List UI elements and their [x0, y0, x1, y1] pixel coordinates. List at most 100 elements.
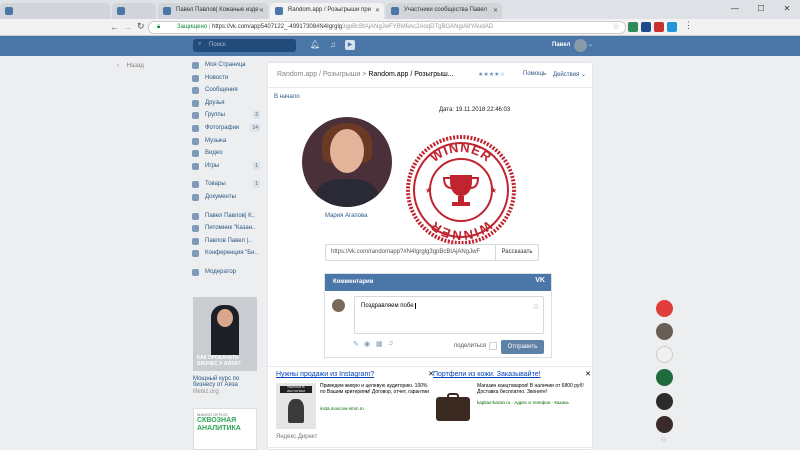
user-name[interactable]: Павел — [552, 42, 570, 48]
browser-tab-2[interactable]: Random.app / Розыгрыши при ✕ — [270, 3, 384, 19]
rating-stars: ★★★★☆ — [478, 72, 505, 78]
close-tab-icon[interactable]: ✕ — [259, 7, 264, 14]
nav-item[interactable]: Новости — [192, 74, 262, 88]
nav-item[interactable]: Документы — [192, 193, 262, 207]
star-icon: ★ — [490, 186, 497, 195]
close-tab-icon[interactable]: ✕ — [493, 7, 498, 14]
actions-menu[interactable]: Действия ⌄ — [553, 71, 586, 78]
audio-icon[interactable]: ♫ — [388, 340, 393, 347]
emoji-icon[interactable]: ☺ — [532, 302, 540, 311]
winner-name[interactable]: Мария Агапова — [325, 213, 367, 219]
share-label: поделиться — [454, 343, 487, 349]
close-icon[interactable]: ✕ — [585, 370, 591, 378]
close-window-icon[interactable]: ✕ — [774, 0, 800, 19]
minimize-icon[interactable]: — — [722, 0, 748, 19]
ad-image[interactable] — [433, 383, 473, 429]
winner-photo[interactable] — [302, 117, 392, 207]
url-text: https://vk.com/app5407122_-49917308#N4Ig… — [212, 24, 343, 30]
ad-domain[interactable]: kapitao-kazan.ru · Адрес и телефон · Каз… — [477, 400, 569, 405]
help-link[interactable]: Помощь — [523, 71, 546, 77]
vk-favicon-icon — [117, 7, 125, 15]
ad-title[interactable]: Нужны продажи из Instagram? — [276, 371, 434, 378]
breadcrumb: Random.app / Розыгрыши > Random.app / Ро… — [277, 71, 454, 78]
nav-icon — [192, 124, 199, 132]
browser-tab-bar: Павел Павлов| Кожаные изде ✕ Random.app … — [0, 0, 800, 19]
bookmark-star-icon[interactable]: ☆ — [612, 21, 620, 32]
ad-image-text: КАК ПРОКАЧАТЬ БИЗНЕС У АЯЗА? — [197, 355, 241, 367]
ad-image-label: РЕКЛАМА В ИНСТАГРАМ — [280, 385, 312, 393]
browser-tab-1[interactable]: Павел Павлов| Кожаные изде ✕ — [158, 3, 268, 19]
tell-button[interactable]: Рассказать — [495, 244, 539, 261]
vk-logo-icon: VK — [535, 277, 545, 284]
comment-input[interactable]: Поздравляем побе ☺ — [354, 296, 544, 334]
to-start-link[interactable]: В начало — [274, 94, 300, 100]
left-ad2[interactable]: MANGO OFFICE СКВОЗНАЯ АНАЛИТИКА — [193, 408, 257, 450]
reload-icon[interactable]: ↻ — [137, 21, 145, 32]
nav-item[interactable]: Моя Страница — [192, 62, 262, 75]
nav-item[interactable]: Товары 1 — [192, 180, 262, 194]
people-icon[interactable]: ⚇ — [661, 437, 666, 444]
left-ad-image[interactable]: КАК ПРОКАЧАТЬ БИЗНЕС У АЯЗА? — [193, 297, 257, 371]
close-tab-icon[interactable]: ✕ — [375, 7, 380, 14]
left-ad-source: lifebiz.org — [193, 389, 219, 395]
vk-favicon-icon — [275, 7, 283, 15]
nav-item-moderator[interactable]: Модератор — [192, 268, 262, 282]
nav-item[interactable]: Игры 1 — [192, 161, 262, 176]
browser-menu-icon[interactable]: ⋮ — [684, 20, 693, 31]
ad-image[interactable]: РЕКЛАМА В ИНСТАГРАМ — [276, 383, 316, 429]
ad-card[interactable]: Портфели из кожи. Заказывайте! ✕ Магазин… — [433, 370, 591, 429]
nav-item[interactable]: Видео — [192, 150, 262, 163]
nav-item[interactable]: Музыка — [192, 137, 262, 151]
url-input[interactable]: 🔒︎ Защищено | https://vk.com/app5407122_… — [148, 21, 626, 34]
graffiti-icon[interactable]: ✎ — [353, 340, 359, 348]
extension-icon[interactable] — [654, 22, 664, 32]
browser-tab-pinned[interactable] — [112, 3, 156, 19]
left-ad-title[interactable]: Мощный курс по бизнесу от Аяза — [193, 376, 263, 388]
back-link[interactable]: ‹ Назад — [117, 63, 144, 69]
send-button[interactable]: Отправить — [501, 340, 544, 354]
nav-item[interactable]: Павел Павлов| К.. — [192, 212, 262, 226]
search-input[interactable]: ⌕ Поиск — [193, 39, 296, 52]
avatar[interactable] — [656, 346, 673, 363]
nav-item[interactable]: Сообщения — [192, 87, 262, 100]
chevron-down-icon[interactable]: ⌄ — [588, 41, 593, 48]
comment-text: Поздравляем побе — [361, 303, 414, 309]
ad-domain[interactable]: insta.moscow-smm.ru — [320, 406, 364, 411]
extension-icon[interactable] — [628, 22, 638, 32]
avatar[interactable] — [574, 39, 587, 52]
nav-icon — [192, 99, 199, 107]
ad-title[interactable]: Портфели из кожи. Заказывайте! — [433, 371, 591, 378]
forward-arrow-icon[interactable]: → — [123, 22, 132, 32]
video-icon[interactable]: ▦ — [376, 340, 383, 348]
avatar[interactable] — [656, 323, 673, 340]
avatar[interactable] — [656, 393, 673, 410]
moderator-icon — [192, 268, 199, 276]
bell-icon[interactable]: 🔔︎ — [310, 40, 320, 49]
avatar[interactable] — [656, 300, 673, 317]
play-icon[interactable]: ▶ — [345, 40, 355, 50]
camera-icon[interactable]: ◉ — [364, 340, 370, 348]
nav-icon — [192, 137, 199, 145]
avatar[interactable] — [656, 369, 673, 386]
browser-tab-first[interactable] — [0, 3, 110, 19]
browser-tab-3[interactable]: Участники сообщества Павел ✕ — [386, 3, 502, 19]
comments-widget: Комментарии VK Поздравляем побе ☺ ✎ ◉ ▦ … — [324, 273, 552, 358]
window-controls: — ☐ ✕ — [722, 0, 800, 19]
extension-icon[interactable] — [641, 22, 651, 32]
ad-card[interactable]: Нужны продажи из Instagram? ✕ РЕКЛАМА В … — [276, 371, 434, 429]
breadcrumb-root[interactable]: Random.app / Розыгрыши — [277, 71, 360, 78]
extension-icon[interactable] — [667, 22, 677, 32]
draw-date: Дата: 19.11.2018 22:46:03 — [439, 107, 511, 113]
result-link-field[interactable]: https://vk.com/randomapp?#N4Igrglg3gpBcB… — [325, 244, 502, 261]
music-note-icon[interactable]: ♫ — [330, 40, 336, 49]
nav-item[interactable]: Питомник "Казан.. — [192, 225, 262, 238]
nav-item[interactable]: Друзья — [192, 99, 262, 113]
back-arrow-icon[interactable]: ← — [110, 22, 119, 32]
maximize-icon[interactable]: ☐ — [748, 0, 774, 19]
avatar[interactable] — [656, 416, 673, 433]
nav-item[interactable]: Фотографии 14 — [192, 123, 262, 138]
nav-item[interactable]: Конференция "Би.. — [192, 250, 262, 263]
share-checkbox[interactable] — [489, 342, 497, 350]
yandex-direct-label[interactable]: Яндекс.Директ — [276, 434, 317, 440]
nav-item[interactable]: Павлов Павел |.. — [192, 237, 262, 251]
